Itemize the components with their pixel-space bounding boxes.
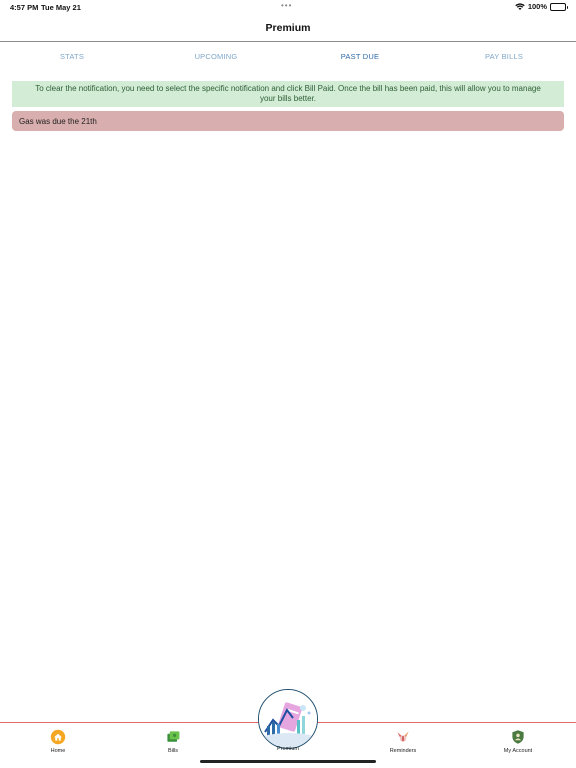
home-indicator[interactable] bbox=[200, 760, 376, 763]
tab-bar: STATS UPCOMING PAST DUE PAY BILLS bbox=[0, 43, 576, 67]
status-date: Tue May 21 bbox=[41, 3, 81, 12]
nav-my-account[interactable]: My Account bbox=[488, 729, 548, 754]
nav-home[interactable]: Home bbox=[28, 729, 88, 754]
tab-stats[interactable]: STATS bbox=[0, 43, 144, 67]
battery-percent: 100% bbox=[527, 2, 547, 11]
nav-bills[interactable]: Bills bbox=[143, 729, 203, 754]
tab-pay-bills[interactable]: PAY BILLS bbox=[432, 43, 576, 67]
nav-premium-button[interactable] bbox=[258, 689, 318, 749]
info-notice: To clear the notification, you need to s… bbox=[12, 81, 564, 107]
tab-past-due[interactable]: PAST DUE bbox=[288, 43, 432, 67]
nav-my-account-label: My Account bbox=[503, 748, 533, 754]
status-indicators: 100% bbox=[515, 2, 568, 11]
past-due-item[interactable]: Gas was due the 21th bbox=[12, 111, 564, 131]
home-icon bbox=[50, 729, 66, 745]
nav-home-label: Home bbox=[50, 748, 66, 754]
nav-premium-label: Premium bbox=[276, 746, 299, 752]
nav-bills-label: Bills bbox=[167, 748, 179, 754]
bills-icon bbox=[167, 731, 180, 742]
page-title: Premium bbox=[265, 22, 311, 34]
battery-icon bbox=[550, 2, 568, 11]
header-bar: Premium bbox=[0, 14, 576, 42]
premium-badge-icon bbox=[259, 690, 317, 748]
multitasking-dots[interactable]: ••• bbox=[281, 1, 292, 10]
nav-reminders-label: Reminders bbox=[389, 748, 417, 754]
account-shield-icon bbox=[512, 730, 524, 744]
wifi-icon bbox=[515, 2, 525, 10]
status-bar: 4:57 PM Tue May 21 ••• 100% bbox=[0, 0, 576, 14]
reminders-icon bbox=[397, 731, 409, 742]
tab-upcoming[interactable]: UPCOMING bbox=[144, 43, 288, 67]
status-time: 4:57 PM bbox=[10, 3, 39, 12]
nav-reminders[interactable]: Reminders bbox=[373, 729, 433, 754]
